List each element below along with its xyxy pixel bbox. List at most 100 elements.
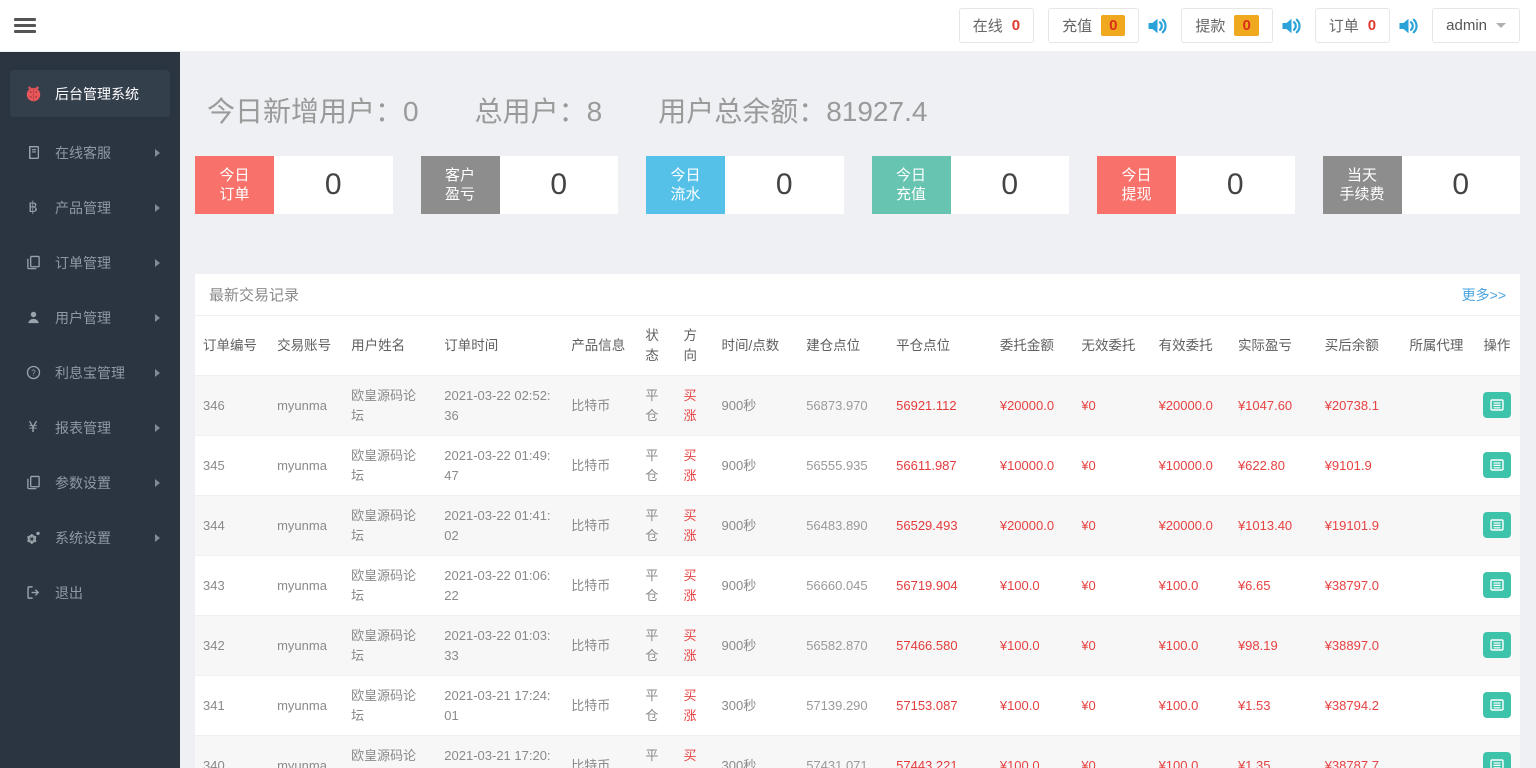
cell-agent bbox=[1401, 616, 1475, 676]
sidebar-item-3[interactable]: 订单管理 bbox=[0, 235, 180, 290]
cell-product: 比特币 bbox=[571, 577, 611, 593]
view-order-button[interactable] bbox=[1483, 752, 1512, 768]
card-value: 0 bbox=[725, 156, 844, 214]
column-header: 操作 bbox=[1483, 337, 1511, 353]
column-header: 建仓点位 bbox=[806, 337, 861, 353]
sidebar-item-6[interactable]: ¥ 报表管理 bbox=[0, 400, 180, 455]
column-header: 时间/点数 bbox=[721, 337, 780, 353]
topbar-stat[interactable]: 在线 0 bbox=[958, 8, 1035, 43]
chevron-right-icon bbox=[155, 478, 160, 487]
speaker-icon[interactable] bbox=[1147, 17, 1168, 35]
table-row: 345 myunma 欧皇源码论坛 2021-03-22 01:49:47 比特币 平仓买… bbox=[195, 435, 1520, 496]
sidebar-item-8[interactable]: 系统设置 bbox=[0, 510, 180, 565]
cell-direction: 买涨 bbox=[683, 568, 697, 603]
table-row: 344 myunma 欧皇源码论坛 2021-03-22 01:41:02 比特币 平仓买… bbox=[195, 495, 1520, 556]
cell-status: 平仓 bbox=[645, 448, 659, 483]
stat-card: 今日 提现 0 bbox=[1097, 156, 1295, 214]
cell-amount: ¥100.0 bbox=[999, 697, 1040, 713]
card-value: 0 bbox=[274, 156, 393, 214]
cell-duration: 300秒 bbox=[721, 697, 757, 713]
cell-balance: ¥38794.2 bbox=[1324, 697, 1379, 713]
cell-close: 56921.112 bbox=[896, 397, 957, 413]
cell-balance: ¥38787.7 bbox=[1324, 757, 1379, 768]
cell-status: 平仓 bbox=[645, 508, 659, 543]
summary-label: 今日新增用户： bbox=[207, 96, 404, 127]
cell-account: myunma bbox=[277, 757, 327, 768]
chevron-right-icon bbox=[155, 258, 160, 267]
sidebar-item-label: 产品管理 bbox=[55, 199, 111, 216]
cell-open: 56873.970 bbox=[806, 397, 868, 413]
cell-id: 341 bbox=[203, 697, 225, 713]
cell-operation bbox=[1475, 376, 1520, 436]
stat-count-badge: 0 bbox=[1367, 17, 1377, 34]
cell-time: 2021-03-21 17:20:56 bbox=[444, 748, 551, 768]
cell-agent bbox=[1401, 556, 1475, 616]
stat-count-badge: 0 bbox=[1234, 15, 1259, 36]
cell-account: myunma bbox=[277, 577, 327, 593]
topbar-right: 在线 0 充值 0 提款 0 订单 0 admin bbox=[958, 8, 1520, 43]
cell-invalid: ¥0 bbox=[1081, 697, 1096, 713]
stat-label: 充值 bbox=[1062, 18, 1093, 35]
cell-time: 2021-03-22 01:03:33 bbox=[444, 628, 551, 663]
cell-valid: ¥100.0 bbox=[1158, 637, 1199, 653]
cell-operation bbox=[1475, 496, 1520, 556]
speaker-icon[interactable] bbox=[1281, 17, 1301, 35]
cell-agent bbox=[1401, 736, 1475, 768]
topbar-stat-group: 在线 0 bbox=[958, 8, 1035, 43]
cell-agent bbox=[1401, 496, 1475, 556]
card-label: 客户 盈亏 bbox=[420, 156, 500, 214]
cell-duration: 900秒 bbox=[721, 397, 757, 413]
orders-icon bbox=[24, 255, 42, 270]
list-icon bbox=[1489, 637, 1505, 653]
cell-close: 56529.493 bbox=[896, 517, 958, 533]
view-order-button[interactable] bbox=[1483, 572, 1512, 599]
cell-duration: 900秒 bbox=[721, 517, 757, 533]
cell-product: 比特币 bbox=[571, 397, 611, 413]
menu-toggle-icon[interactable] bbox=[14, 11, 36, 40]
cell-valid: ¥100.0 bbox=[1158, 697, 1199, 713]
card-label-line: 今日 bbox=[670, 166, 701, 184]
card-label: 今日 充值 bbox=[871, 156, 951, 214]
admin-dropdown[interactable]: admin bbox=[1432, 8, 1520, 43]
topbar-stat[interactable]: 订单 0 bbox=[1314, 8, 1391, 43]
view-order-button[interactable] bbox=[1483, 632, 1512, 659]
sidebar-item-label: 在线客服 bbox=[55, 144, 111, 161]
cell-invalid: ¥0 bbox=[1081, 397, 1096, 413]
topbar-stats: 在线 0 充值 0 提款 0 订单 0 bbox=[958, 8, 1418, 43]
speaker-icon[interactable] bbox=[1398, 17, 1418, 35]
main-content: 今日新增用户：0 总用户：8 用户总余额：81927.4 今日 订单 0 客户 盈亏 0 今日流… bbox=[180, 52, 1536, 768]
card-label-line: 今日 bbox=[1121, 166, 1152, 184]
view-order-button[interactable] bbox=[1483, 692, 1512, 719]
sidebar-item-dashboard[interactable]: 后台管理系统 bbox=[10, 70, 170, 117]
view-order-button[interactable] bbox=[1483, 452, 1512, 479]
table-row: 346 myunma 欧皇源码论坛 2021-03-22 02:52:36 比特币 平仓买… bbox=[195, 375, 1520, 436]
summary-value: 0 bbox=[403, 96, 419, 127]
cell-balance: ¥38897.0 bbox=[1324, 637, 1379, 653]
sidebar-item-9[interactable]: 退出 bbox=[0, 565, 180, 620]
topbar-stat-group: 订单 0 bbox=[1314, 8, 1418, 43]
cell-duration: 900秒 bbox=[721, 637, 757, 653]
summary-label: 用户总余额： bbox=[658, 96, 827, 127]
sidebar-item-label: 后台管理系统 bbox=[55, 85, 139, 102]
card-label-line: 流水 bbox=[670, 186, 701, 203]
cell-valid: ¥100.0 bbox=[1158, 577, 1199, 593]
column-header: 所属代理 bbox=[1409, 337, 1464, 353]
column-header: 无效委托 bbox=[1081, 337, 1136, 353]
column-header: 产品信息 bbox=[571, 337, 626, 353]
view-order-button[interactable] bbox=[1483, 392, 1512, 419]
cell-id: 340 bbox=[203, 757, 225, 768]
cell-account: myunma bbox=[277, 637, 327, 653]
view-order-button[interactable] bbox=[1483, 512, 1512, 539]
sidebar-item-2[interactable]: ฿ 产品管理 bbox=[0, 180, 180, 235]
more-link[interactable]: 更多>> bbox=[1462, 285, 1506, 305]
sidebar-item-7[interactable]: 参数设置 bbox=[0, 455, 180, 510]
topbar-stat[interactable]: 充值 0 bbox=[1048, 8, 1140, 43]
topbar-stat[interactable]: 提款 0 bbox=[1181, 8, 1273, 43]
sidebar-item-1[interactable]: 在线客服 bbox=[0, 125, 180, 180]
sidebar-item-4[interactable]: 用户管理 bbox=[0, 290, 180, 345]
column-header: 平仓点位 bbox=[896, 337, 951, 353]
cell-amount: ¥20000.0 bbox=[999, 517, 1055, 533]
card-label: 今日 提现 bbox=[1097, 156, 1176, 214]
sidebar-item-5[interactable]: ? 利息宝管理 bbox=[0, 345, 180, 400]
cell-balance: ¥9101.9 bbox=[1324, 457, 1372, 473]
